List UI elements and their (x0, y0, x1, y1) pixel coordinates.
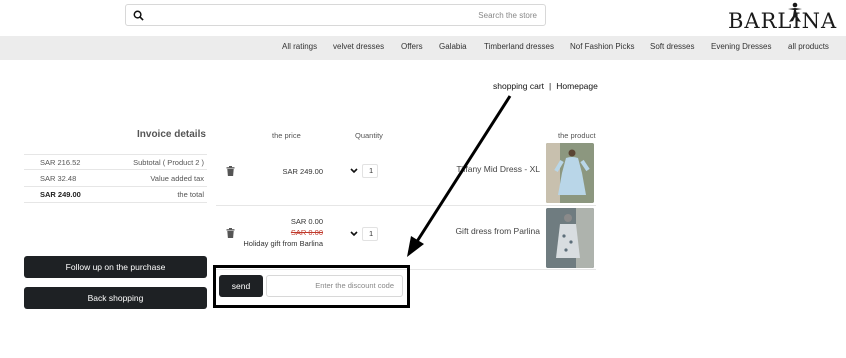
annotation-arrow (407, 95, 512, 257)
